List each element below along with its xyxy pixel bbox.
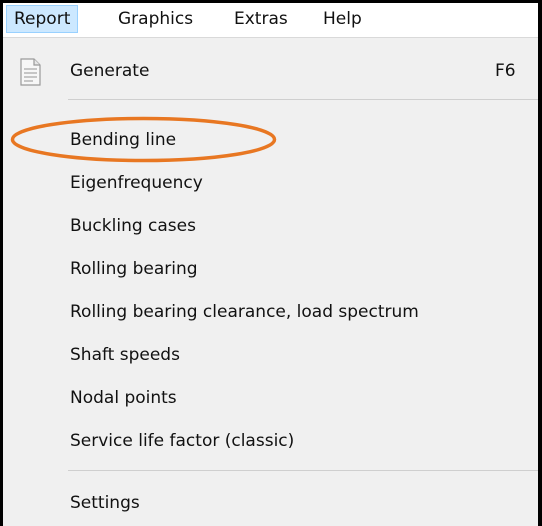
menu-item-label: Shaft speeds [70, 345, 180, 365]
menu-separator [68, 99, 538, 100]
menu-item-label: Service life factor (classic) [70, 431, 295, 451]
menu-item-rolling-bearing[interactable]: Rolling bearing [3, 248, 538, 291]
menu-graphics[interactable]: Graphics [111, 5, 200, 33]
menu-item-label: Settings [70, 493, 140, 513]
menu-report[interactable]: Report [6, 5, 79, 33]
menu-item-service-life-factor[interactable]: Service life factor (classic) [3, 420, 538, 463]
menu-item-label: Generate [70, 61, 150, 81]
menu-item-eigenfrequency[interactable]: Eigenfrequency [3, 162, 538, 205]
menu-help[interactable]: Help [316, 5, 369, 33]
menu-item-shaft-speeds[interactable]: Shaft speeds [3, 334, 538, 377]
menu-item-buckling-cases[interactable]: Buckling cases [3, 205, 538, 248]
menu-extras[interactable]: Extras [227, 5, 295, 33]
menu-item-label: Eigenfrequency [70, 173, 203, 193]
menu-item-bending-line[interactable]: Bending line [3, 119, 538, 162]
menu-item-nodal-points[interactable]: Nodal points [3, 377, 538, 420]
menu-item-rolling-bearing-clearance[interactable]: Rolling bearing clearance, load spectrum [3, 291, 538, 334]
menu-item-label: Bending line [70, 130, 177, 150]
shortcut-label: F6 [495, 61, 516, 81]
menu-item-label: Nodal points [70, 388, 177, 408]
menu-separator [68, 470, 538, 471]
menu-item-settings[interactable]: Settings [3, 482, 538, 525]
menu-item-label: Rolling bearing clearance, load spectrum [70, 302, 419, 322]
document-icon [20, 58, 41, 86]
menu-item-generate[interactable]: Generate F6 [3, 50, 538, 93]
report-dropdown-menu: Generate F6 Bending line Eigenfrequency … [3, 38, 538, 526]
menu-item-label: Buckling cases [70, 216, 196, 236]
menu-bar: Report Graphics Extras Help [3, 3, 538, 38]
menu-item-label: Rolling bearing [70, 259, 198, 279]
